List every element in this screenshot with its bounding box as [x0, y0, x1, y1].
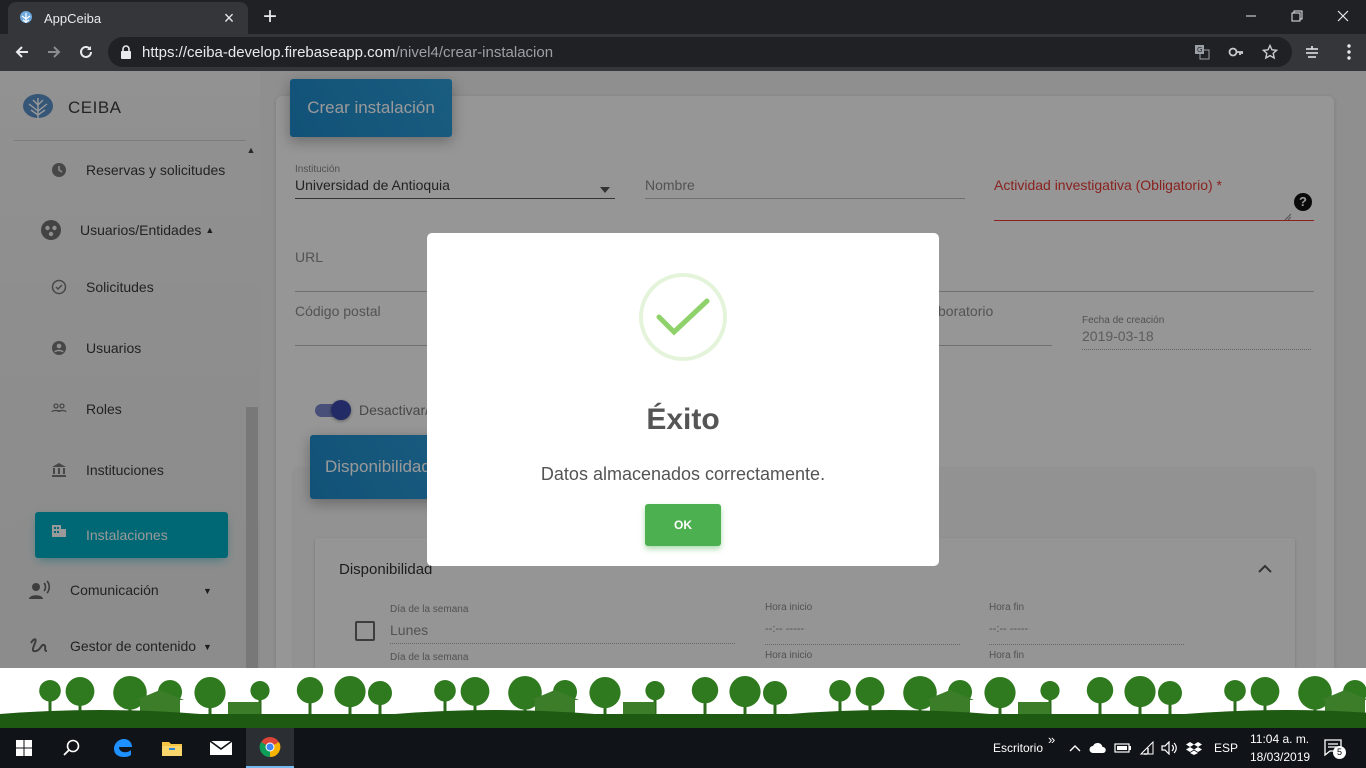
volume-icon[interactable] [1161, 738, 1179, 758]
success-dialog: Éxito Datos almacenados correctamente. O… [427, 233, 939, 566]
edge-icon[interactable] [98, 728, 146, 768]
show-hidden-icons[interactable] [1066, 738, 1084, 758]
ok-button[interactable]: OK [645, 504, 721, 546]
browser-tab-strip: AppCeiba × + [0, 0, 1366, 34]
ceiba-tree-icon [18, 10, 34, 26]
translate-icon[interactable]: G [1192, 42, 1212, 62]
mail-icon[interactable] [197, 728, 245, 768]
browser-menu-icon[interactable] [1336, 38, 1362, 66]
tab-close-icon[interactable]: × [220, 9, 238, 27]
search-icon[interactable] [48, 728, 96, 768]
forward-icon[interactable] [40, 38, 68, 66]
onedrive-cloud-icon[interactable] [1089, 738, 1107, 758]
svg-text:G: G [1197, 46, 1202, 54]
tab-title: AppCeiba [44, 10, 102, 26]
desktop-toolbar-label[interactable]: Escritorio [993, 741, 1043, 755]
battery-icon[interactable] [1114, 738, 1132, 758]
desktop-wallpaper [0, 668, 1366, 728]
reload-icon[interactable] [72, 38, 100, 66]
wifi-icon[interactable] [1138, 738, 1156, 758]
file-explorer-icon[interactable] [148, 728, 196, 768]
browser-toolbar: https://ceiba-develop.firebaseapp.com/ni… [0, 34, 1366, 71]
dropbox-icon[interactable] [1185, 738, 1203, 758]
url-host: https://ceiba-develop.firebaseapp.com [142, 43, 396, 61]
clock-date[interactable]: 18/03/2019 [1250, 750, 1310, 764]
success-check-icon [639, 273, 727, 361]
star-icon[interactable] [1260, 42, 1280, 62]
browser-tab[interactable]: AppCeiba × [8, 2, 248, 34]
windows-start-icon[interactable] [0, 728, 48, 768]
new-tab-icon[interactable]: + [258, 5, 282, 29]
address-bar[interactable]: https://ceiba-develop.firebaseapp.com/ni… [108, 37, 1292, 67]
extension-icon[interactable] [1298, 38, 1326, 66]
minimize-icon[interactable] [1228, 0, 1274, 32]
input-language[interactable]: ESP [1214, 741, 1238, 755]
url-path: /nivel4/crear-instalacion [395, 43, 554, 61]
toolbar-chevron-icon[interactable]: » [1048, 732, 1055, 747]
lock-icon [120, 45, 134, 59]
forest-silhouette-icon [0, 676, 1366, 728]
dialog-title: Éxito [646, 403, 720, 436]
action-center-icon[interactable]: 5 [1322, 738, 1346, 759]
dialog-message: Datos almacenados correctamente. [540, 464, 826, 484]
key-icon[interactable] [1226, 42, 1246, 62]
clock-time[interactable]: 11:04 a. m. [1250, 732, 1309, 746]
close-window-icon[interactable] [1320, 0, 1366, 32]
notification-count: 5 [1333, 746, 1346, 759]
taskbar: Escritorio » ESP 11:04 a. m. 18/03/2019 … [0, 728, 1366, 768]
back-icon[interactable] [8, 38, 36, 66]
restore-icon[interactable] [1274, 0, 1320, 32]
chrome-icon[interactable] [246, 728, 294, 768]
